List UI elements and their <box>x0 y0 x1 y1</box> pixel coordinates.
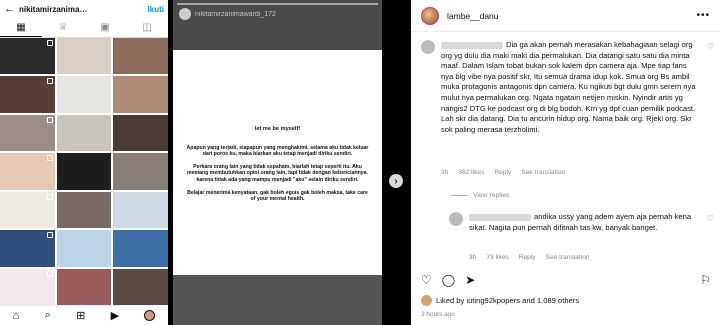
pinned-icon <box>46 78 53 85</box>
comment: andika ussy yang adem ayem aja pernah ke… <box>421 212 716 267</box>
comment: Dia ga akan pernah merasakan kebahagiaan… <box>421 40 716 180</box>
home-icon[interactable]: ⌂ <box>13 310 20 322</box>
grid-post-thumbnail[interactable] <box>113 114 168 152</box>
view-replies-link[interactable]: View replies <box>451 192 510 199</box>
blurred-username <box>469 213 531 221</box>
profile-header: ← nikitamirzanima… Ikuti <box>0 0 168 18</box>
reels-nav-icon[interactable]: ▶ <box>111 309 119 322</box>
grid-post-thumbnail[interactable] <box>0 153 55 190</box>
add-icon[interactable]: ⊞ <box>76 309 85 322</box>
story-footer-bg <box>173 275 382 325</box>
heart-icon[interactable]: ♡ <box>421 273 432 287</box>
crown-icon[interactable]: ♕ <box>42 18 84 37</box>
grid-post-thumbnail[interactable] <box>113 191 168 229</box>
profile-post-grid <box>0 38 168 305</box>
grid-post-thumbnail[interactable] <box>0 268 55 305</box>
grid-post-thumbnail[interactable] <box>56 268 112 305</box>
comment-likes[interactable]: 362 likes <box>458 169 484 176</box>
story-paragraph: Perkara orang lain yang tidak sepaham, b… <box>186 163 369 183</box>
grid-post-thumbnail[interactable] <box>56 153 112 190</box>
comment-text: andika ussy yang adem ayem aja pernah ke… <box>469 212 692 232</box>
reply-button[interactable]: Reply <box>494 169 511 176</box>
story-title: let me be myself! <box>254 126 301 132</box>
pinned-icon <box>46 155 53 162</box>
like-comment-icon[interactable]: ♡ <box>707 214 714 223</box>
tagged-icon[interactable]: ◫ <box>126 18 168 37</box>
pinned-icon <box>46 270 53 277</box>
story-paragraph: Apapun yang terjadi, siapapun yang mengh… <box>186 144 369 158</box>
comment-text: Dia ga akan pernah merasakan kebahagiaan… <box>441 40 696 134</box>
post-author-username[interactable]: lambe__danu <box>447 11 688 21</box>
story-paragraph: Belajar menerima kenyataan, gak boleh eg… <box>187 189 368 203</box>
reels-icon[interactable]: ▣ <box>84 18 126 37</box>
pinned-icon <box>46 193 53 200</box>
see-translation-link[interactable]: See translation <box>521 169 565 176</box>
story-header-bg: nikitamirzanimawardi_172 <box>173 0 382 50</box>
like-comment-icon[interactable]: ♡ <box>707 42 714 51</box>
grid-post-thumbnail[interactable] <box>0 114 55 152</box>
story-avatar[interactable] <box>179 8 191 20</box>
follow-button[interactable]: Ikuti <box>148 5 164 14</box>
more-dots-icon[interactable]: ••• <box>696 10 710 21</box>
blurred-username <box>441 41 503 49</box>
pinned-icon <box>46 232 53 239</box>
screenshot-collage: ← nikitamirzanima… Ikuti ▦ ♕ ▣ ◫ ⌂ ⌕ ⊞ ▶… <box>0 0 720 325</box>
grid-post-thumbnail[interactable] <box>113 76 168 113</box>
story-text: let me be myself! Apapun yang terjadi, s… <box>185 126 370 209</box>
bookmark-icon[interactable]: ⚐ <box>700 273 711 287</box>
comment-icon[interactable]: ◯ <box>442 273 455 287</box>
grid-post-thumbnail[interactable] <box>113 153 168 190</box>
post-actions: ♡ ◯ ➤ ⚐ <box>421 272 711 288</box>
commenter-avatar[interactable] <box>449 212 463 226</box>
reply-button[interactable]: Reply <box>519 254 536 261</box>
pinned-icon <box>46 116 53 123</box>
grid-icon[interactable]: ▦ <box>0 18 42 37</box>
comment-time: 3h <box>441 169 449 176</box>
grid-post-thumbnail[interactable] <box>113 38 168 75</box>
pinned-icon <box>46 40 53 46</box>
post-author-avatar[interactable] <box>421 6 439 25</box>
grid-post-thumbnail[interactable] <box>56 76 112 113</box>
comment-time: 3h <box>469 254 477 261</box>
comment-likes[interactable]: 73 likes <box>486 254 508 261</box>
liker-avatar <box>421 295 432 306</box>
see-translation-link[interactable]: See translation <box>546 254 590 261</box>
chevron-right-icon[interactable]: › <box>389 174 403 188</box>
grid-post-thumbnail[interactable] <box>56 191 112 229</box>
grid-post-thumbnail[interactable] <box>56 38 112 75</box>
grid-post-thumbnail[interactable] <box>0 76 55 113</box>
post-header: lambe__danu ••• <box>411 0 720 32</box>
comment-meta: 3h 73 likes Reply See translation <box>469 254 590 261</box>
search-icon[interactable]: ⌕ <box>45 309 51 322</box>
comment-meta: 3h 362 likes Reply See translation <box>441 169 565 176</box>
grid-post-thumbnail[interactable] <box>0 38 55 75</box>
back-arrow-icon[interactable]: ← <box>4 3 15 15</box>
bottom-nav: ⌂ ⌕ ⊞ ▶ <box>0 305 168 325</box>
story-user: nikitamirzanimawardi_172 <box>179 8 276 20</box>
profile-username: nikitamirzanima… <box>19 4 88 14</box>
story-progress-bar <box>177 3 378 5</box>
grid-post-thumbnail[interactable] <box>113 268 168 305</box>
grid-post-thumbnail[interactable] <box>0 230 55 267</box>
grid-post-thumbnail[interactable] <box>56 230 112 267</box>
story-panel: nikitamirzanimawardi_172 let me be mysel… <box>173 0 382 325</box>
grid-post-thumbnail[interactable] <box>0 191 55 229</box>
commenter-avatar[interactable] <box>421 40 435 54</box>
profile-tabs: ▦ ♕ ▣ ◫ <box>0 18 168 38</box>
grid-post-thumbnail[interactable] <box>56 114 112 152</box>
story-username[interactable]: nikitamirzanimawardi_172 <box>195 11 276 18</box>
profile-panel: ← nikitamirzanima… Ikuti ▦ ♕ ▣ ◫ ⌂ ⌕ ⊞ ▶ <box>0 0 168 325</box>
liked-by: Liked by iuting92kpopers and 1.089 other… <box>421 295 579 306</box>
grid-post-thumbnail[interactable] <box>113 230 168 267</box>
post-time: 3 hours ago <box>421 311 455 318</box>
profile-avatar-icon[interactable] <box>144 310 156 321</box>
share-icon[interactable]: ➤ <box>465 273 475 287</box>
post-panel: lambe__danu ••• Dia ga akan pernah meras… <box>411 0 720 325</box>
liked-by-text[interactable]: Liked by iuting92kpopers and 1.089 other… <box>436 296 579 305</box>
